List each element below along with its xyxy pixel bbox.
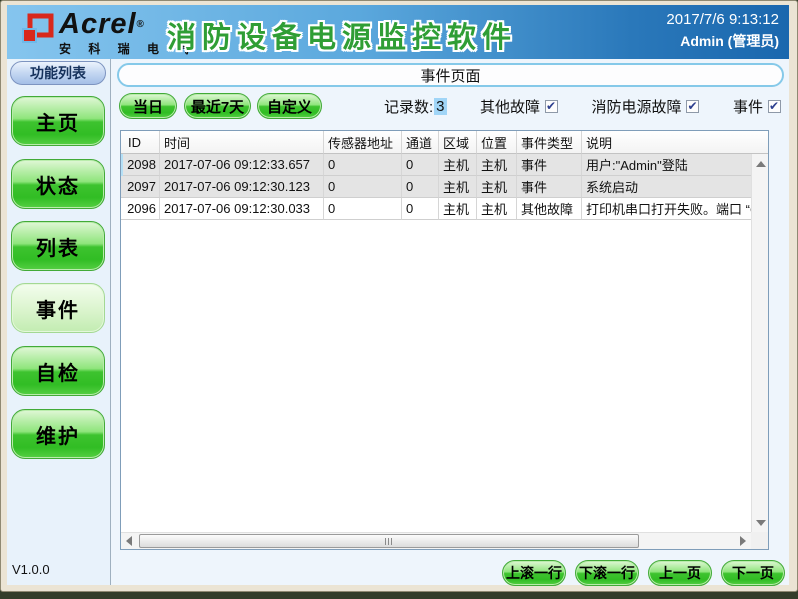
sidebar-header: 功能列表 <box>10 61 106 85</box>
next-page-button[interactable]: 下一页 <box>721 560 785 586</box>
cell-description: 打印机串口打开失败。端口 “C <box>582 198 751 220</box>
scroll-down-one-row-button[interactable]: 下滚一行 <box>575 560 639 586</box>
column-header-sensor-address: 传感器地址 <box>324 131 402 154</box>
cell-area: 主机 <box>439 154 477 176</box>
scrollbar-corner <box>751 532 768 549</box>
header-info: 2017/7/6 9:13:12 Admin (管理员) <box>666 11 779 51</box>
scroll-up-one-row-button[interactable]: 上滚一行 <box>502 560 566 586</box>
cell-sensor-address: 0 <box>324 176 402 198</box>
scroll-left-icon[interactable] <box>126 536 132 546</box>
scroll-up-icon[interactable] <box>756 161 766 167</box>
record-count-label: 记录数: <box>384 96 433 117</box>
cell-id: 2098 <box>121 154 160 176</box>
cell-position: 主机 <box>477 154 517 176</box>
table-header-row: ID 时间 传感器地址 通道 区域 位置 事件类型 说明 <box>121 131 768 154</box>
sidebar-item-maintain[interactable]: 维护 <box>11 409 105 459</box>
registered-mark-icon: ® <box>137 19 145 30</box>
acrel-logo-icon <box>21 13 55 54</box>
cell-description: 系统启动 <box>582 176 751 198</box>
cell-sensor-address: 0 <box>324 154 402 176</box>
sidebar-item-home[interactable]: 主页 <box>11 96 105 146</box>
horizontal-scrollbar-thumb[interactable] <box>139 534 639 548</box>
scroll-right-icon[interactable] <box>740 536 746 546</box>
page-title: 事件页面 <box>117 63 784 87</box>
app-title: 消防设备电源监控软件 <box>167 14 517 56</box>
cell-channel: 0 <box>402 176 439 198</box>
column-header-id: ID <box>121 131 160 154</box>
cell-position: 主机 <box>477 198 517 220</box>
horizontal-scrollbar[interactable] <box>121 532 751 549</box>
cell-position: 主机 <box>477 176 517 198</box>
event-table: ID 时间 传感器地址 通道 区域 位置 事件类型 说明 2098 2017-0… <box>120 130 769 550</box>
filter-event: 事件 <box>733 96 781 117</box>
cell-event-type: 其他故障 <box>517 198 582 220</box>
cell-description: 用户:"Admin"登陆 <box>582 154 751 176</box>
filter-other-fault: 其他故障 <box>480 96 558 117</box>
cell-channel: 0 <box>402 154 439 176</box>
app-window: Acrel® 安 科 瑞 电 气 消防设备电源监控软件 2017/7/6 9:1… <box>7 5 789 585</box>
cell-event-type: 事件 <box>517 176 582 198</box>
cell-sensor-address: 0 <box>324 198 402 220</box>
version-label: V1.0.0 <box>12 562 50 577</box>
column-header-position: 位置 <box>477 131 517 154</box>
cell-id: 2097 <box>121 176 160 198</box>
cell-channel: 0 <box>402 198 439 220</box>
vertical-scrollbar[interactable] <box>751 154 768 532</box>
filter-last7days-button[interactable]: 最近7天 <box>184 93 251 119</box>
table-row[interactable]: 2096 2017-07-06 09:12:30.033 0 0 主机 主机 其… <box>121 198 751 220</box>
sidebar: 功能列表 主页 状态 列表 事件 自检 维护 V1.0.0 <box>7 59 111 585</box>
main-content: 事件页面 当日 最近7天 自定义 记录数: 3 其他故障 消防电源故障 <box>112 59 789 585</box>
column-header-area: 区域 <box>439 131 477 154</box>
other-fault-checkbox[interactable] <box>545 100 558 113</box>
cell-event-type: 事件 <box>517 154 582 176</box>
cell-time: 2017-07-06 09:12:30.033 <box>160 198 324 220</box>
current-user-label: Admin (管理员) <box>666 31 779 51</box>
record-count: 记录数: 3 <box>384 96 447 117</box>
filter-custom-button[interactable]: 自定义 <box>257 93 322 119</box>
column-header-event-type: 事件类型 <box>517 131 582 154</box>
sidebar-item-events[interactable]: 事件 <box>11 283 105 333</box>
filter-today-button[interactable]: 当日 <box>119 93 177 119</box>
app-header: Acrel® 安 科 瑞 电 气 消防设备电源监控软件 2017/7/6 9:1… <box>7 5 789 59</box>
other-fault-label: 其他故障 <box>480 96 540 117</box>
column-header-time: 时间 <box>160 131 324 154</box>
filter-options: 记录数: 3 其他故障 消防电源故障 事件 <box>384 93 781 119</box>
cell-time: 2017-07-06 09:12:30.123 <box>160 176 324 198</box>
fire-power-fault-checkbox[interactable] <box>686 100 699 113</box>
sidebar-item-selfcheck[interactable]: 自检 <box>11 346 105 396</box>
table-row[interactable]: 2098 2017-07-06 09:12:33.657 0 0 主机 主机 事… <box>121 154 751 176</box>
record-count-value[interactable]: 3 <box>434 98 446 115</box>
event-checkbox[interactable] <box>768 100 781 113</box>
cell-area: 主机 <box>439 176 477 198</box>
sidebar-item-list[interactable]: 列表 <box>11 221 105 271</box>
column-header-channel: 通道 <box>402 131 439 154</box>
filter-fire-power-fault: 消防电源故障 <box>591 96 699 117</box>
cell-area: 主机 <box>439 198 477 220</box>
fire-power-fault-label: 消防电源故障 <box>591 96 681 117</box>
column-header-description: 说明 <box>582 131 768 154</box>
filter-row: 当日 最近7天 自定义 记录数: 3 其他故障 消防电源故障 <box>112 93 789 119</box>
thumb-grip-icon <box>385 538 393 545</box>
previous-page-button[interactable]: 上一页 <box>648 560 712 586</box>
window-frame: Acrel® 安 科 瑞 电 气 消防设备电源监控软件 2017/7/6 9:1… <box>0 0 798 592</box>
event-label: 事件 <box>733 96 763 117</box>
pagination-bar: 上滚一行 下滚一行 上一页 下一页 <box>502 560 785 586</box>
sidebar-item-status[interactable]: 状态 <box>11 159 105 209</box>
datetime-label: 2017/7/6 9:13:12 <box>666 11 779 28</box>
cell-id: 2096 <box>121 198 160 220</box>
scroll-down-icon[interactable] <box>756 520 766 526</box>
table-row[interactable]: 2097 2017-07-06 09:12:30.123 0 0 主机 主机 事… <box>121 176 751 198</box>
cell-time: 2017-07-06 09:12:33.657 <box>160 154 324 176</box>
